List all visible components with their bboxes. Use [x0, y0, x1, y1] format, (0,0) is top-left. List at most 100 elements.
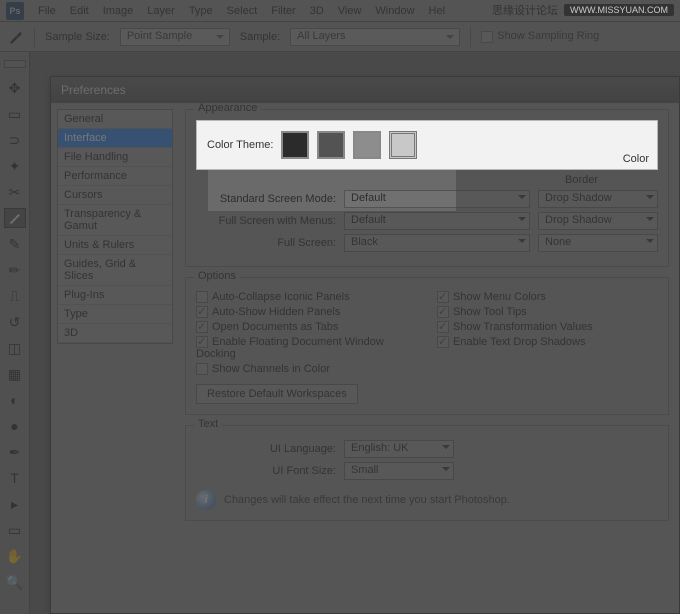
menu-filter[interactable]: Filter	[271, 5, 295, 17]
option-show-tool-tips[interactable]: Show Tool Tips	[437, 306, 658, 318]
screen-color-select[interactable]: Default	[344, 212, 530, 230]
history-brush-tool[interactable]: ↺	[4, 312, 26, 332]
border-subheader: Border	[505, 174, 658, 186]
color-theme-label: Color Theme:	[207, 139, 273, 151]
ui-language-label: UI Language:	[196, 443, 336, 455]
checkbox-icon	[196, 336, 208, 348]
pen-tool[interactable]: ✒	[4, 442, 26, 462]
restore-workspaces-button[interactable]: Restore Default Workspaces	[196, 384, 358, 404]
theme-swatch-darkest[interactable]	[281, 131, 309, 159]
menu-select[interactable]: Select	[227, 5, 258, 17]
menu-file[interactable]: File	[38, 5, 56, 17]
info-icon: i	[196, 490, 216, 510]
menu-edit[interactable]: Edit	[70, 5, 89, 17]
screen-mode-label: Full Screen:	[196, 237, 336, 249]
appearance-group: Appearance Color Theme: Color x	[185, 109, 669, 267]
gradient-tool[interactable]: ▦	[4, 364, 26, 384]
lasso-tool[interactable]: ⊃	[4, 130, 26, 150]
category-plug-ins[interactable]: Plug-Ins	[58, 286, 172, 305]
preferences-main: Appearance Color Theme: Color x	[179, 103, 679, 613]
zoom-tool[interactable]: 🔍	[4, 572, 26, 592]
preferences-titlebar[interactable]: Preferences	[51, 77, 679, 103]
option-show-transformation-values[interactable]: Show Transformation Values	[437, 321, 658, 333]
eyedropper-tool[interactable]	[4, 208, 26, 228]
type-tool[interactable]: T	[4, 468, 26, 488]
menu-layer[interactable]: Layer	[147, 5, 175, 17]
sample-select[interactable]: All Layers	[290, 28, 460, 46]
preferences-window: Preferences GeneralInterfaceFile Handlin…	[50, 76, 680, 614]
ui-language-select[interactable]: English: UK	[344, 440, 454, 458]
option-enable-text-drop-shadows[interactable]: Enable Text Drop Shadows	[437, 336, 658, 348]
watermark-url: WWW.MISSYUAN.COM	[564, 4, 674, 16]
checkbox-icon	[196, 363, 208, 375]
category-transparency-gamut[interactable]: Transparency & Gamut	[58, 205, 172, 236]
category-performance[interactable]: Performance	[58, 167, 172, 186]
healing-tool[interactable]: ✎	[4, 234, 26, 254]
options-bar: Sample Size: Point Sample Sample: All La…	[0, 22, 680, 52]
category-general[interactable]: General	[58, 110, 172, 129]
screen-border-select[interactable]: None	[538, 234, 658, 252]
toolbox-grip[interactable]	[4, 60, 26, 68]
menu-image[interactable]: Image	[103, 5, 134, 17]
sample-size-select[interactable]: Point Sample	[120, 28, 230, 46]
theme-swatch-light[interactable]	[353, 131, 381, 159]
color-subheader: Color	[623, 153, 649, 165]
path-select-tool[interactable]: ▸	[4, 494, 26, 514]
option-show-channels-in-color[interactable]: Show Channels in Color	[196, 363, 417, 375]
brush-tool[interactable]: ✏	[4, 260, 26, 280]
eyedropper-icon	[8, 29, 24, 45]
checkbox-icon	[437, 321, 449, 333]
checkbox-icon	[196, 306, 208, 318]
menu-window[interactable]: Window	[375, 5, 414, 17]
menu-type[interactable]: Type	[189, 5, 213, 17]
stamp-tool[interactable]: ⎍	[4, 286, 26, 306]
category-units-rulers[interactable]: Units & Rulers	[58, 236, 172, 255]
menu-3d[interactable]: 3D	[310, 5, 324, 17]
watermark: 思缘设计论坛 WWW.MISSYUAN.COM	[492, 2, 674, 18]
options-group: Options Auto-Collapse Iconic PanelsAuto-…	[185, 277, 669, 415]
wand-tool[interactable]: ✦	[4, 156, 26, 176]
app-logo: Ps	[6, 2, 24, 20]
category-3d[interactable]: 3D	[58, 324, 172, 343]
restart-notice: Changes will take effect the next time y…	[224, 494, 510, 506]
category-interface[interactable]: Interface	[58, 129, 172, 148]
screen-border-select[interactable]: Drop Shadow	[538, 190, 658, 208]
show-sampling-ring[interactable]: Show Sampling Ring	[481, 30, 599, 42]
checkbox-icon	[437, 336, 449, 348]
option-auto-collapse-iconic-panels[interactable]: Auto-Collapse Iconic Panels	[196, 291, 417, 303]
ui-font-select[interactable]: Small	[344, 462, 454, 480]
category-file-handling[interactable]: File Handling	[58, 148, 172, 167]
theme-swatch-dark[interactable]	[317, 131, 345, 159]
theme-swatch-lightest[interactable]	[389, 131, 417, 159]
option-enable-floating-document-window-docking[interactable]: Enable Floating Document Window Docking	[196, 336, 417, 360]
crop-tool[interactable]: ✂	[4, 182, 26, 202]
checkbox-icon	[437, 291, 449, 303]
move-tool[interactable]: ✥	[4, 78, 26, 98]
category-type[interactable]: Type	[58, 305, 172, 324]
blur-tool[interactable]: ◐	[4, 390, 26, 410]
checkbox-icon	[196, 321, 208, 333]
menu-help[interactable]: Hel	[429, 5, 446, 17]
screen-border-select[interactable]: Drop Shadow	[538, 212, 658, 230]
toolbox: ✥ ▭ ⊃ ✦ ✂ ✎ ✏ ⎍ ↺ ◫ ▦ ◐ ● ✒ T ▸ ▭ ✋ 🔍	[0, 52, 30, 614]
screen-color-select[interactable]: Black	[344, 234, 530, 252]
shape-tool[interactable]: ▭	[4, 520, 26, 540]
hand-tool[interactable]: ✋	[4, 546, 26, 566]
checkbox-icon	[437, 306, 449, 318]
sample-label: Sample:	[240, 31, 280, 43]
marquee-tool[interactable]: ▭	[4, 104, 26, 124]
category-guides-grid-slices[interactable]: Guides, Grid & Slices	[58, 255, 172, 286]
option-auto-show-hidden-panels[interactable]: Auto-Show Hidden Panels	[196, 306, 417, 318]
menu-view[interactable]: View	[338, 5, 362, 17]
screen-color-select[interactable]: Default	[344, 190, 530, 208]
watermark-text: 思缘设计论坛	[492, 2, 558, 18]
category-cursors[interactable]: Cursors	[58, 186, 172, 205]
option-open-documents-as-tabs[interactable]: Open Documents as Tabs	[196, 321, 417, 333]
text-group: Text UI Language: English: UK UI Font Si…	[185, 425, 669, 521]
sample-size-label: Sample Size:	[45, 31, 110, 43]
screen-mode-label: Standard Screen Mode:	[196, 193, 336, 205]
eraser-tool[interactable]: ◫	[4, 338, 26, 358]
appearance-legend: Appearance	[194, 103, 261, 114]
option-show-menu-colors[interactable]: Show Menu Colors	[437, 291, 658, 303]
dodge-tool[interactable]: ●	[4, 416, 26, 436]
